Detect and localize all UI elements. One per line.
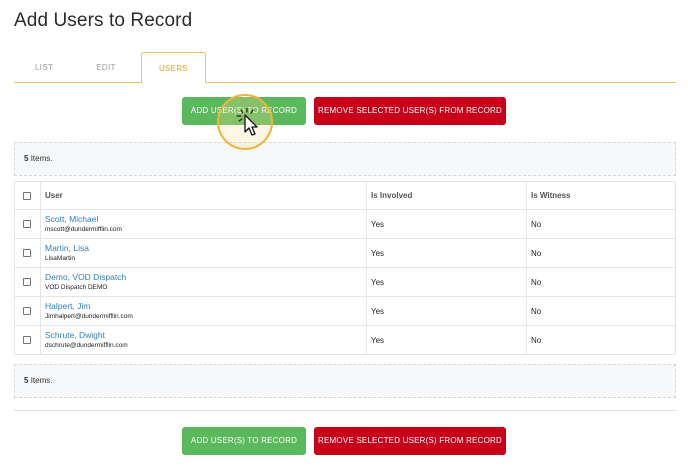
remove-users-button-top[interactable]: REMOVE SELECTED USER(S) FROM RECORD: [314, 97, 506, 125]
add-users-button-bottom[interactable]: ADD USER(S) TO RECORD: [182, 427, 306, 455]
is-witness-value: No: [531, 278, 542, 287]
user-cell: Scott, Michael mscott@dundermifflin.com: [41, 210, 367, 238]
item-count-label: Items.: [30, 154, 53, 163]
user-email: VOD Dispatch DEMO: [45, 284, 108, 291]
row-checkbox[interactable]: [23, 278, 31, 286]
item-count-number: 5: [24, 154, 29, 163]
is-involved-value: Yes: [367, 239, 527, 267]
table-header-row: User Is Involved Is Witness: [15, 182, 675, 209]
user-name-link[interactable]: Demo, VOD Dispatch: [45, 272, 366, 282]
tab-users[interactable]: USERS: [141, 52, 206, 83]
row-checkbox[interactable]: [23, 220, 31, 228]
user-email: Jimhalpert@dundermifflin.com: [45, 313, 133, 320]
table-row: Halpert, Jim Jimhalpert@dundermifflin.co…: [15, 296, 675, 325]
user-cell: Martin, Lisa LisaMartin: [41, 239, 367, 267]
is-involved-value: Yes: [367, 326, 527, 354]
user-name-link[interactable]: Scott, Michael: [45, 214, 366, 224]
user-name-link[interactable]: Schrute, Dwight: [45, 330, 366, 340]
row-select-cell: [15, 297, 41, 325]
user-cell: Demo, VOD Dispatch VOD Dispatch DEMO: [41, 268, 367, 296]
is-witness-value: No: [531, 249, 542, 258]
is-involved-value: Yes: [367, 210, 527, 238]
is-involved-value: Yes: [367, 268, 527, 296]
row-select-cell: [15, 210, 41, 238]
item-count-label: Items.: [30, 376, 53, 385]
select-all-cell: [15, 182, 41, 209]
user-cell: Schrute, Dwight dschrute@dundermifflin.c…: [41, 326, 367, 354]
user-name-link[interactable]: Halpert, Jim: [45, 301, 366, 311]
row-select-cell: [15, 326, 41, 354]
user-cell: Halpert, Jim Jimhalpert@dundermifflin.co…: [41, 297, 367, 325]
item-count-bottom: 5 Items.: [14, 364, 676, 398]
is-witness-value: No: [531, 220, 542, 229]
column-header-is-witness[interactable]: Is Witness: [527, 182, 677, 209]
table-row: Scott, Michael mscott@dundermifflin.com …: [15, 209, 675, 238]
row-select-cell: [15, 268, 41, 296]
users-table: User Is Involved Is Witness Scott, Micha…: [14, 181, 676, 355]
table-row: Demo, VOD Dispatch VOD Dispatch DEMO Yes…: [15, 267, 675, 296]
user-name-link[interactable]: Martin, Lisa: [45, 243, 366, 253]
tab-edit[interactable]: EDIT: [76, 52, 136, 83]
remove-users-button-bottom[interactable]: REMOVE SELECTED USER(S) FROM RECORD: [314, 427, 506, 455]
item-count-number: 5: [24, 376, 29, 385]
item-count-top: 5 Items.: [14, 142, 676, 176]
row-checkbox[interactable]: [23, 249, 31, 257]
pointer-cursor-icon: [236, 108, 258, 136]
is-witness-value: No: [531, 336, 542, 345]
row-checkbox[interactable]: [23, 336, 31, 344]
tab-list[interactable]: LIST: [14, 52, 74, 83]
table-row: Martin, Lisa LisaMartin Yes No: [15, 238, 675, 267]
user-email: mscott@dundermifflin.com: [45, 226, 122, 233]
section-divider: [14, 410, 676, 411]
column-header-is-involved[interactable]: Is Involved: [367, 182, 527, 209]
tab-bar: LIST EDIT USERS: [14, 52, 676, 83]
table-row: Schrute, Dwight dschrute@dundermifflin.c…: [15, 325, 675, 354]
is-witness-value: No: [531, 307, 542, 316]
user-email: LisaMartin: [45, 255, 75, 262]
user-email: dschrute@dundermifflin.com: [45, 342, 128, 349]
is-involved-value: Yes: [367, 297, 527, 325]
row-select-cell: [15, 239, 41, 267]
page-title: Add Users to Record: [14, 10, 193, 31]
column-header-user[interactable]: User: [41, 182, 367, 209]
row-checkbox[interactable]: [23, 307, 31, 315]
select-all-checkbox[interactable]: [23, 191, 31, 200]
